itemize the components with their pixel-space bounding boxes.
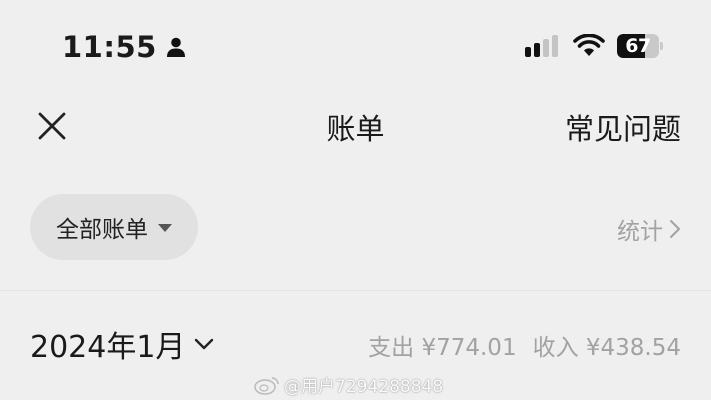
chevron-right-icon [670, 220, 680, 238]
weibo-logo-icon [254, 376, 279, 395]
caret-down-icon [158, 224, 172, 232]
status-icons: 67 [525, 34, 663, 58]
watermark: @用户7294288848 [254, 372, 443, 397]
nav-bar: 账单 常见问题 [0, 92, 711, 162]
month-selector[interactable]: 2024年1月 [30, 322, 215, 366]
battery-cap [660, 42, 663, 50]
stats-link[interactable]: 统计 [617, 212, 681, 246]
status-bar: 11:55 67 [0, 0, 711, 92]
divider [0, 290, 711, 291]
cellular-signal-icon [525, 35, 558, 57]
watermark-text: @用户7294288848 [284, 377, 444, 397]
faq-link[interactable]: 常见问题 [565, 106, 681, 148]
time-text: 11:55 [62, 30, 157, 64]
month-summary: 支出 ¥774.01 收入 ¥438.54 [368, 328, 681, 362]
income-total: 收入 ¥438.54 [532, 335, 681, 361]
stats-label: 统计 [617, 219, 663, 245]
bill-filter-label: 全部账单 [56, 217, 148, 243]
close-icon[interactable] [34, 108, 70, 144]
person-icon [166, 37, 185, 57]
expense-total: 支出 ¥774.01 [368, 335, 517, 361]
status-time: 11:55 [62, 30, 187, 64]
wifi-icon [573, 34, 605, 56]
battery-indicator: 67 [617, 34, 663, 58]
battery-level-text: 67 [625, 35, 651, 57]
bill-filter-dropdown[interactable]: 全部账单 [30, 194, 198, 260]
month-row: 2024年1月 支出 ¥774.01 收入 ¥438.54 [0, 318, 711, 368]
filter-row: 全部账单 统计 [0, 194, 711, 260]
chevron-down-icon [195, 338, 214, 350]
month-label: 2024年1月 [30, 330, 186, 365]
